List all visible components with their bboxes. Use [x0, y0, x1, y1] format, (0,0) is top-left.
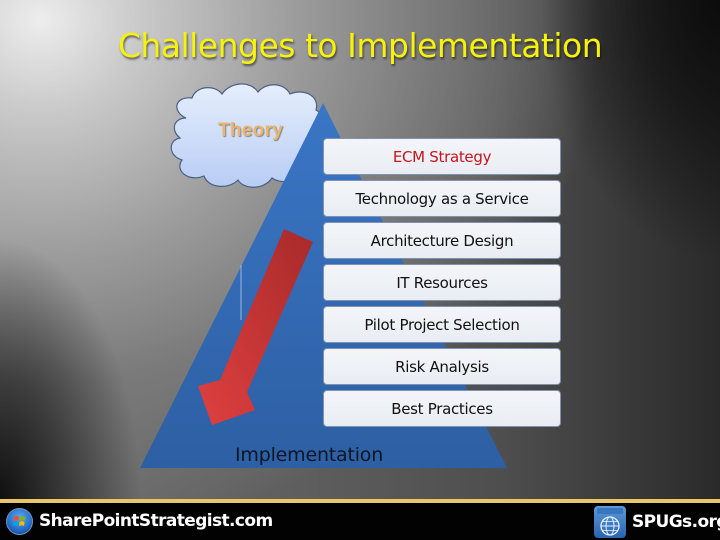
- footer-right-brand[interactable]: SPUGs.org: [594, 505, 720, 539]
- step-best-practices: Best Practices: [323, 390, 561, 427]
- footer-left-brand[interactable]: SharePointStrategist.com: [6, 506, 273, 536]
- step-it-resources: IT Resources: [323, 264, 561, 301]
- step-risk-analysis: Risk Analysis: [323, 348, 561, 385]
- theory-label: Theory: [218, 120, 284, 141]
- step-ecm-strategy: ECM Strategy: [323, 138, 561, 175]
- sharepointstrategist-link[interactable]: SharePointStrategist.com: [39, 511, 273, 531]
- slide: Challenges to Implementation Theory ECM …: [0, 0, 720, 540]
- footer-bar: SharePointStrategist.com SPUGs.org: [0, 503, 720, 540]
- step-architecture-design: Architecture Design: [323, 222, 561, 259]
- step-pilot-project-selection: Pilot Project Selection: [323, 306, 561, 343]
- globe-icon: [594, 506, 626, 538]
- windows-orb-icon: [6, 507, 33, 535]
- implementation-label: Implementation: [235, 444, 384, 466]
- spugs-link[interactable]: SPUGs.org: [632, 512, 720, 532]
- step-technology-as-a-service: Technology as a Service: [323, 180, 561, 217]
